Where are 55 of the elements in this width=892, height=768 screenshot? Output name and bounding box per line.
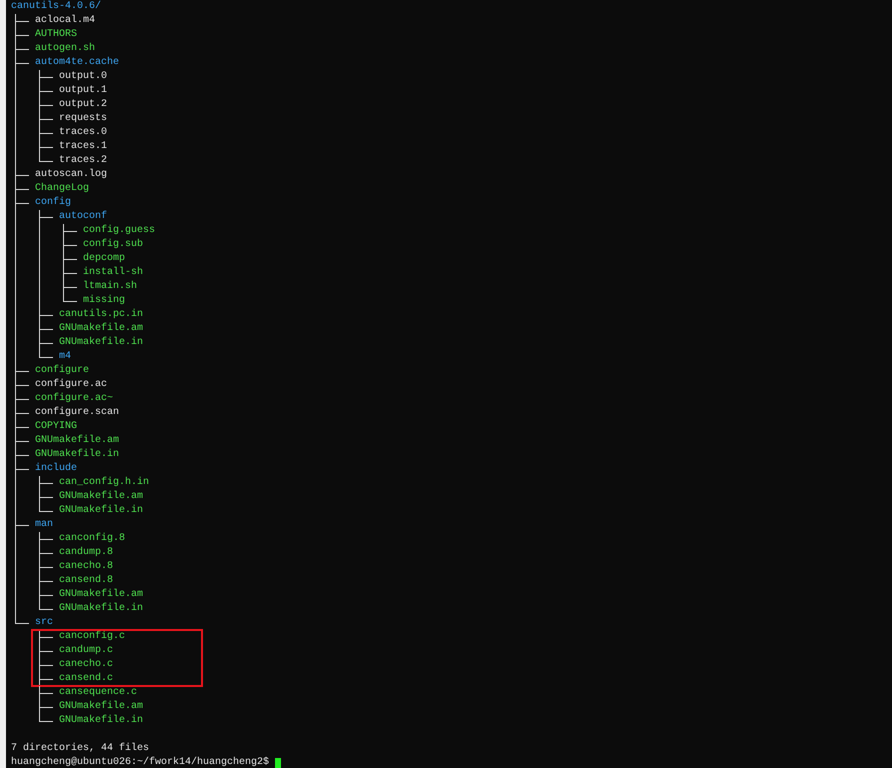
tree-entry: AUTHORS bbox=[35, 28, 78, 42]
tree-entry: configure bbox=[35, 364, 90, 378]
tree-entry: ChangeLog bbox=[35, 182, 90, 196]
tree-entry: man bbox=[35, 518, 54, 532]
tree-entry: canconfig.c bbox=[59, 630, 126, 644]
tree-entry: config bbox=[35, 196, 72, 210]
tree-entry: config.sub bbox=[83, 238, 144, 252]
cursor bbox=[275, 758, 282, 768]
tree-entry: GNUmakefile.am bbox=[59, 700, 144, 714]
tree-entry: autoconf bbox=[59, 210, 108, 224]
tree-entry: canutils-4.0.6/ bbox=[11, 0, 102, 14]
tree-entry: cansequence.c bbox=[59, 686, 138, 700]
tree-entry: output.2 bbox=[59, 98, 108, 112]
tree-entry: traces.0 bbox=[59, 126, 108, 140]
tree-entry: candump.c bbox=[59, 644, 114, 658]
tree-entry: autogen.sh bbox=[35, 42, 96, 56]
tree-entry: configure.scan bbox=[35, 406, 120, 420]
tree-entry: output.1 bbox=[59, 84, 108, 98]
tree-entry: aclocal.m4 bbox=[35, 14, 96, 28]
tree-entry: canecho.c bbox=[59, 658, 114, 672]
tree-entry: requests bbox=[59, 112, 108, 126]
tree-entry: GNUmakefile.in bbox=[59, 504, 144, 518]
tree-entry: autom4te.cache bbox=[35, 56, 120, 70]
tree-entry: ltmain.sh bbox=[83, 280, 138, 294]
tree-entry: config.guess bbox=[83, 224, 156, 238]
shell-prompt: huangcheng@ubuntu026:~/fwork14/huangcheng2$ bbox=[11, 756, 270, 768]
tree-entry: GNUmakefile.in bbox=[59, 602, 144, 616]
tree-entry: GNUmakefile.am bbox=[59, 490, 144, 504]
tree-entry: m4 bbox=[59, 350, 72, 364]
tree-entry: output.0 bbox=[59, 70, 108, 84]
tree-entry: canconfig.8 bbox=[59, 532, 126, 546]
tree-entry: canutils.pc.in bbox=[59, 308, 144, 322]
tree-entry: canecho.8 bbox=[59, 560, 114, 574]
tree-entry: configure.ac~ bbox=[35, 392, 114, 406]
summary-text: 7 directories, 44 files bbox=[11, 742, 150, 756]
tree-entry: candump.8 bbox=[59, 546, 114, 560]
tree-entry: COPYING bbox=[35, 420, 78, 434]
tree-entry: traces.2 bbox=[59, 154, 108, 168]
tree-entry: GNUmakefile.in bbox=[59, 336, 144, 350]
tree-entry: GNUmakefile.in bbox=[59, 714, 144, 728]
tree-entry: cansend.8 bbox=[59, 574, 114, 588]
tree-entry: install-sh bbox=[83, 266, 144, 280]
tree-entry: autoscan.log bbox=[35, 168, 108, 182]
tree-entry: include bbox=[35, 462, 78, 476]
tree-entry: GNUmakefile.am bbox=[35, 434, 120, 448]
tree-entry: can_config.h.in bbox=[59, 476, 150, 490]
tree-entry: GNUmakefile.in bbox=[35, 448, 120, 462]
tree-entry: src bbox=[35, 616, 54, 630]
tree-entry: traces.1 bbox=[59, 140, 108, 154]
tree-entry: GNUmakefile.am bbox=[59, 322, 144, 336]
tree-entry: depcomp bbox=[83, 252, 126, 266]
tree-entry: GNUmakefile.am bbox=[59, 588, 144, 602]
tree-entry: cansend.c bbox=[59, 672, 114, 686]
tree-entry: configure.ac bbox=[35, 378, 108, 392]
tree-entry: missing bbox=[83, 294, 126, 308]
